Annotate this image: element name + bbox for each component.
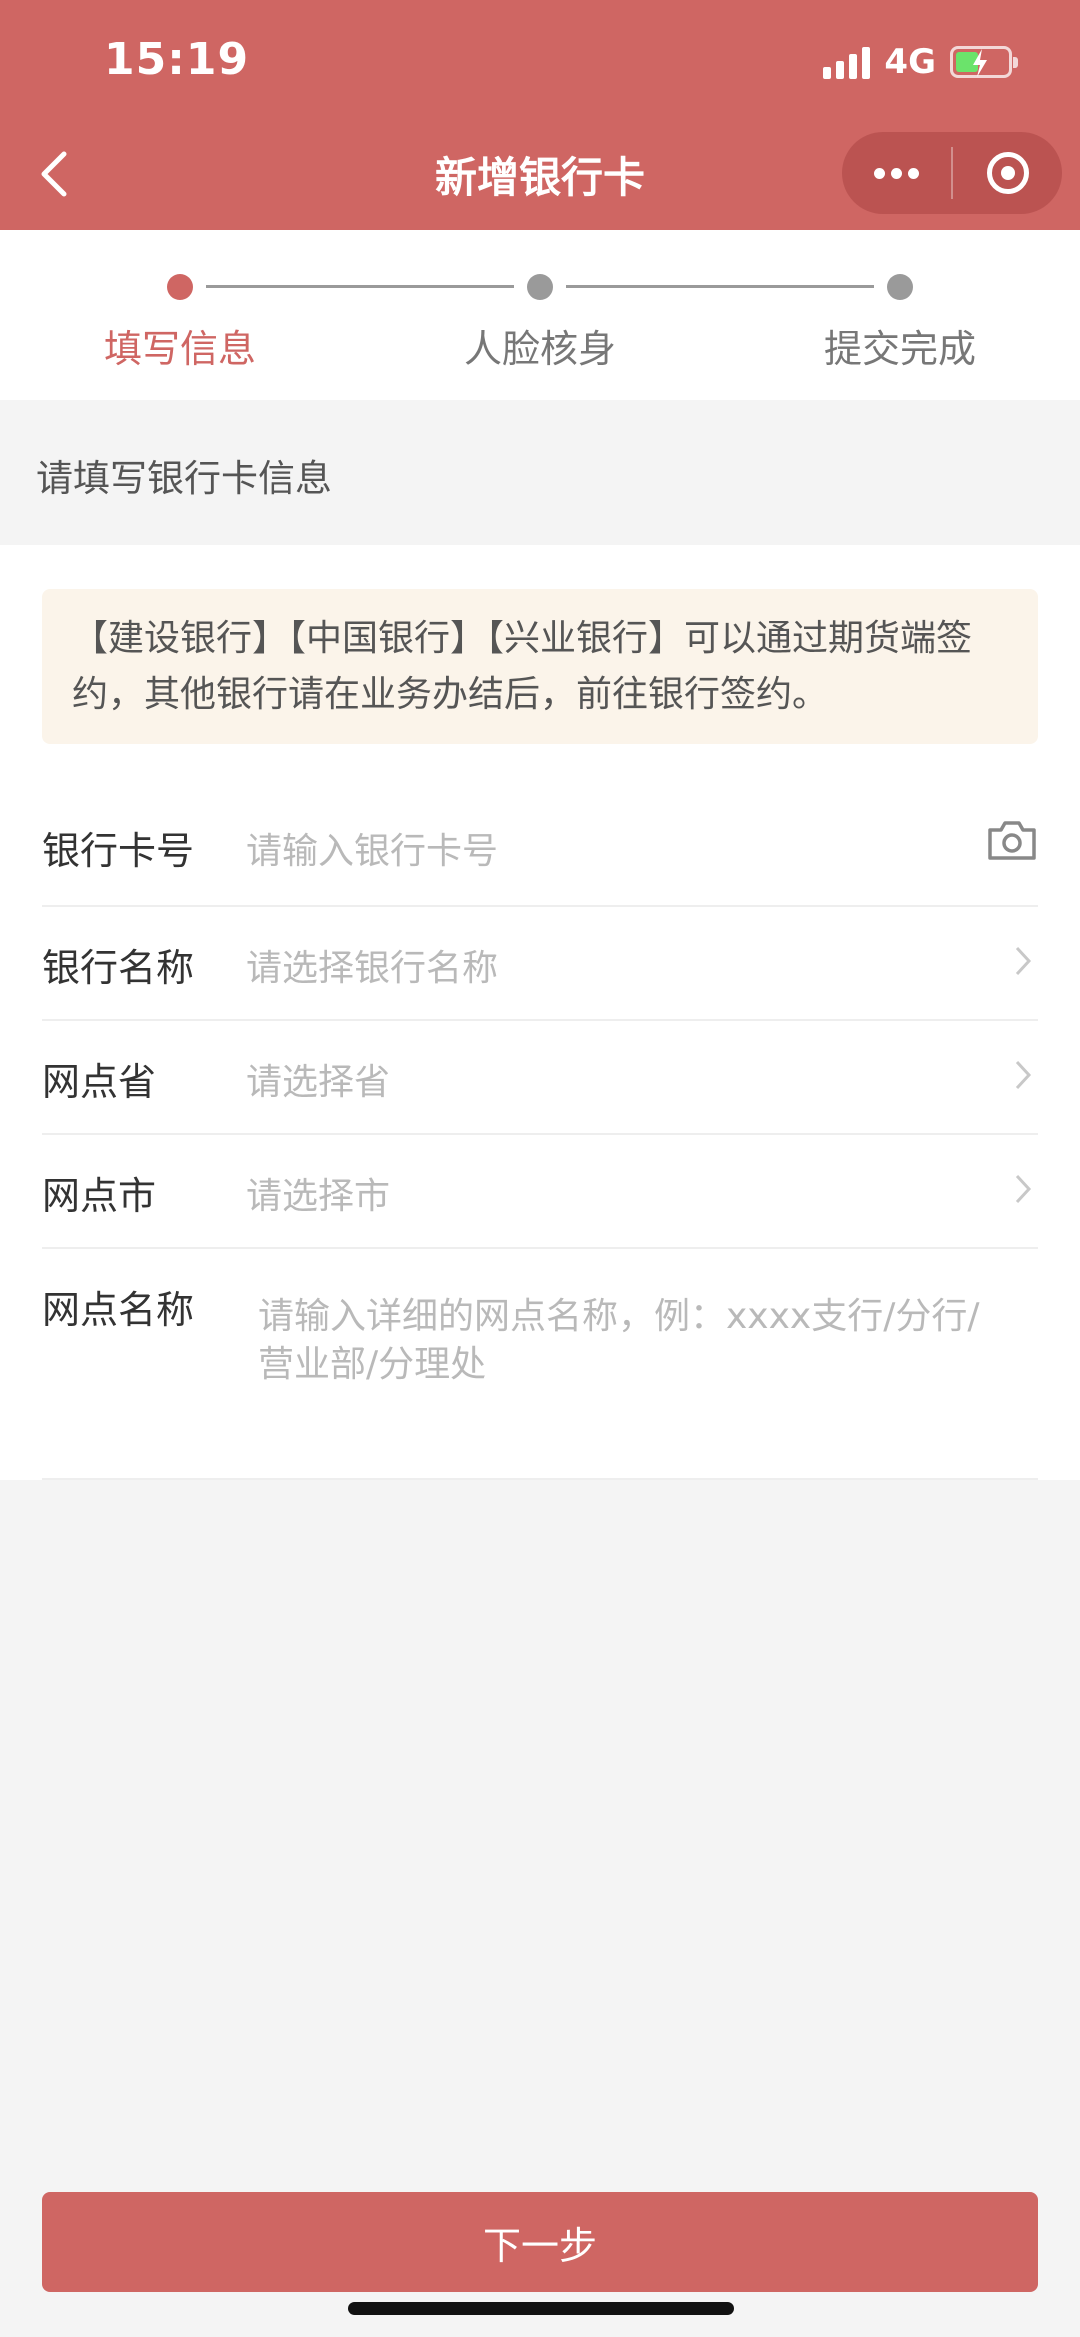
target-icon <box>986 152 1029 194</box>
more-button[interactable] <box>842 132 951 214</box>
bank-notice: 【建设银行】【中国银行】【兴业银行】可以通过期货端签约，其他银行请在业务办结后，… <box>42 589 1038 744</box>
camera-icon[interactable] <box>986 818 1038 866</box>
step-connector <box>566 285 874 288</box>
chevron-right-icon <box>1014 1059 1032 1095</box>
bank-card-form: 【建设银行】【中国银行】【兴业银行】可以通过期货端签约，其他银行请在业务办结后，… <box>0 545 1080 1480</box>
chevron-right-icon <box>1014 1173 1032 1209</box>
status-icons: 4G <box>823 40 1018 84</box>
status-time: 15:19 <box>104 34 250 85</box>
signal-icon <box>823 45 871 79</box>
field-label: 网点名称 <box>42 1288 195 1332</box>
step-label-face-verify: 人脸核身 <box>463 327 616 371</box>
step-label-fill-info: 填写信息 <box>103 327 256 371</box>
battery-icon <box>950 46 1018 78</box>
city-row[interactable]: 网点市 请选择市 <box>42 1135 1038 1249</box>
step-label-submit: 提交完成 <box>823 327 976 371</box>
province-select[interactable]: 请选择省 <box>246 1053 390 1105</box>
field-label: 网点市 <box>42 1174 157 1218</box>
home-indicator <box>348 2302 734 2315</box>
bank-name-row[interactable]: 银行名称 请选择银行名称 <box>42 907 1038 1021</box>
chevron-right-icon <box>1014 945 1032 981</box>
progress-steps: 填写信息 人脸核身 提交完成 <box>0 230 1080 400</box>
field-label: 银行卡号 <box>42 829 195 873</box>
card-number-input[interactable]: 请输入银行卡号 <box>246 822 498 874</box>
province-row[interactable]: 网点省 请选择省 <box>42 1021 1038 1135</box>
field-label: 银行名称 <box>42 946 195 990</box>
step-dot-fill-info <box>167 274 193 300</box>
section-title: 请填写银行卡信息 <box>36 457 332 500</box>
branch-name-row[interactable]: 网点名称 请输入详细的网点名称，例：xxxx支行/分行/营业部/分理处 <box>42 1249 1038 1480</box>
close-capsule-button[interactable] <box>953 132 1062 214</box>
mini-program-capsule <box>842 132 1062 214</box>
city-select[interactable]: 请选择市 <box>246 1167 390 1219</box>
card-number-row[interactable]: 银行卡号 请输入银行卡号 <box>42 790 1038 907</box>
field-label: 网点省 <box>42 1060 157 1104</box>
more-icon <box>874 167 919 179</box>
bank-name-select[interactable]: 请选择银行名称 <box>246 939 498 991</box>
step-dot-face-verify <box>527 274 553 300</box>
next-step-button[interactable]: 下一步 <box>42 2192 1038 2292</box>
step-connector <box>206 285 514 288</box>
branch-name-textarea[interactable]: 请输入详细的网点名称，例：xxxx支行/分行/营业部/分理处 <box>258 1293 998 1389</box>
top-bar: 15:19 4G 新增银行卡 <box>0 0 1080 230</box>
step-dot-submit <box>887 274 913 300</box>
network-type: 4G <box>884 42 936 82</box>
